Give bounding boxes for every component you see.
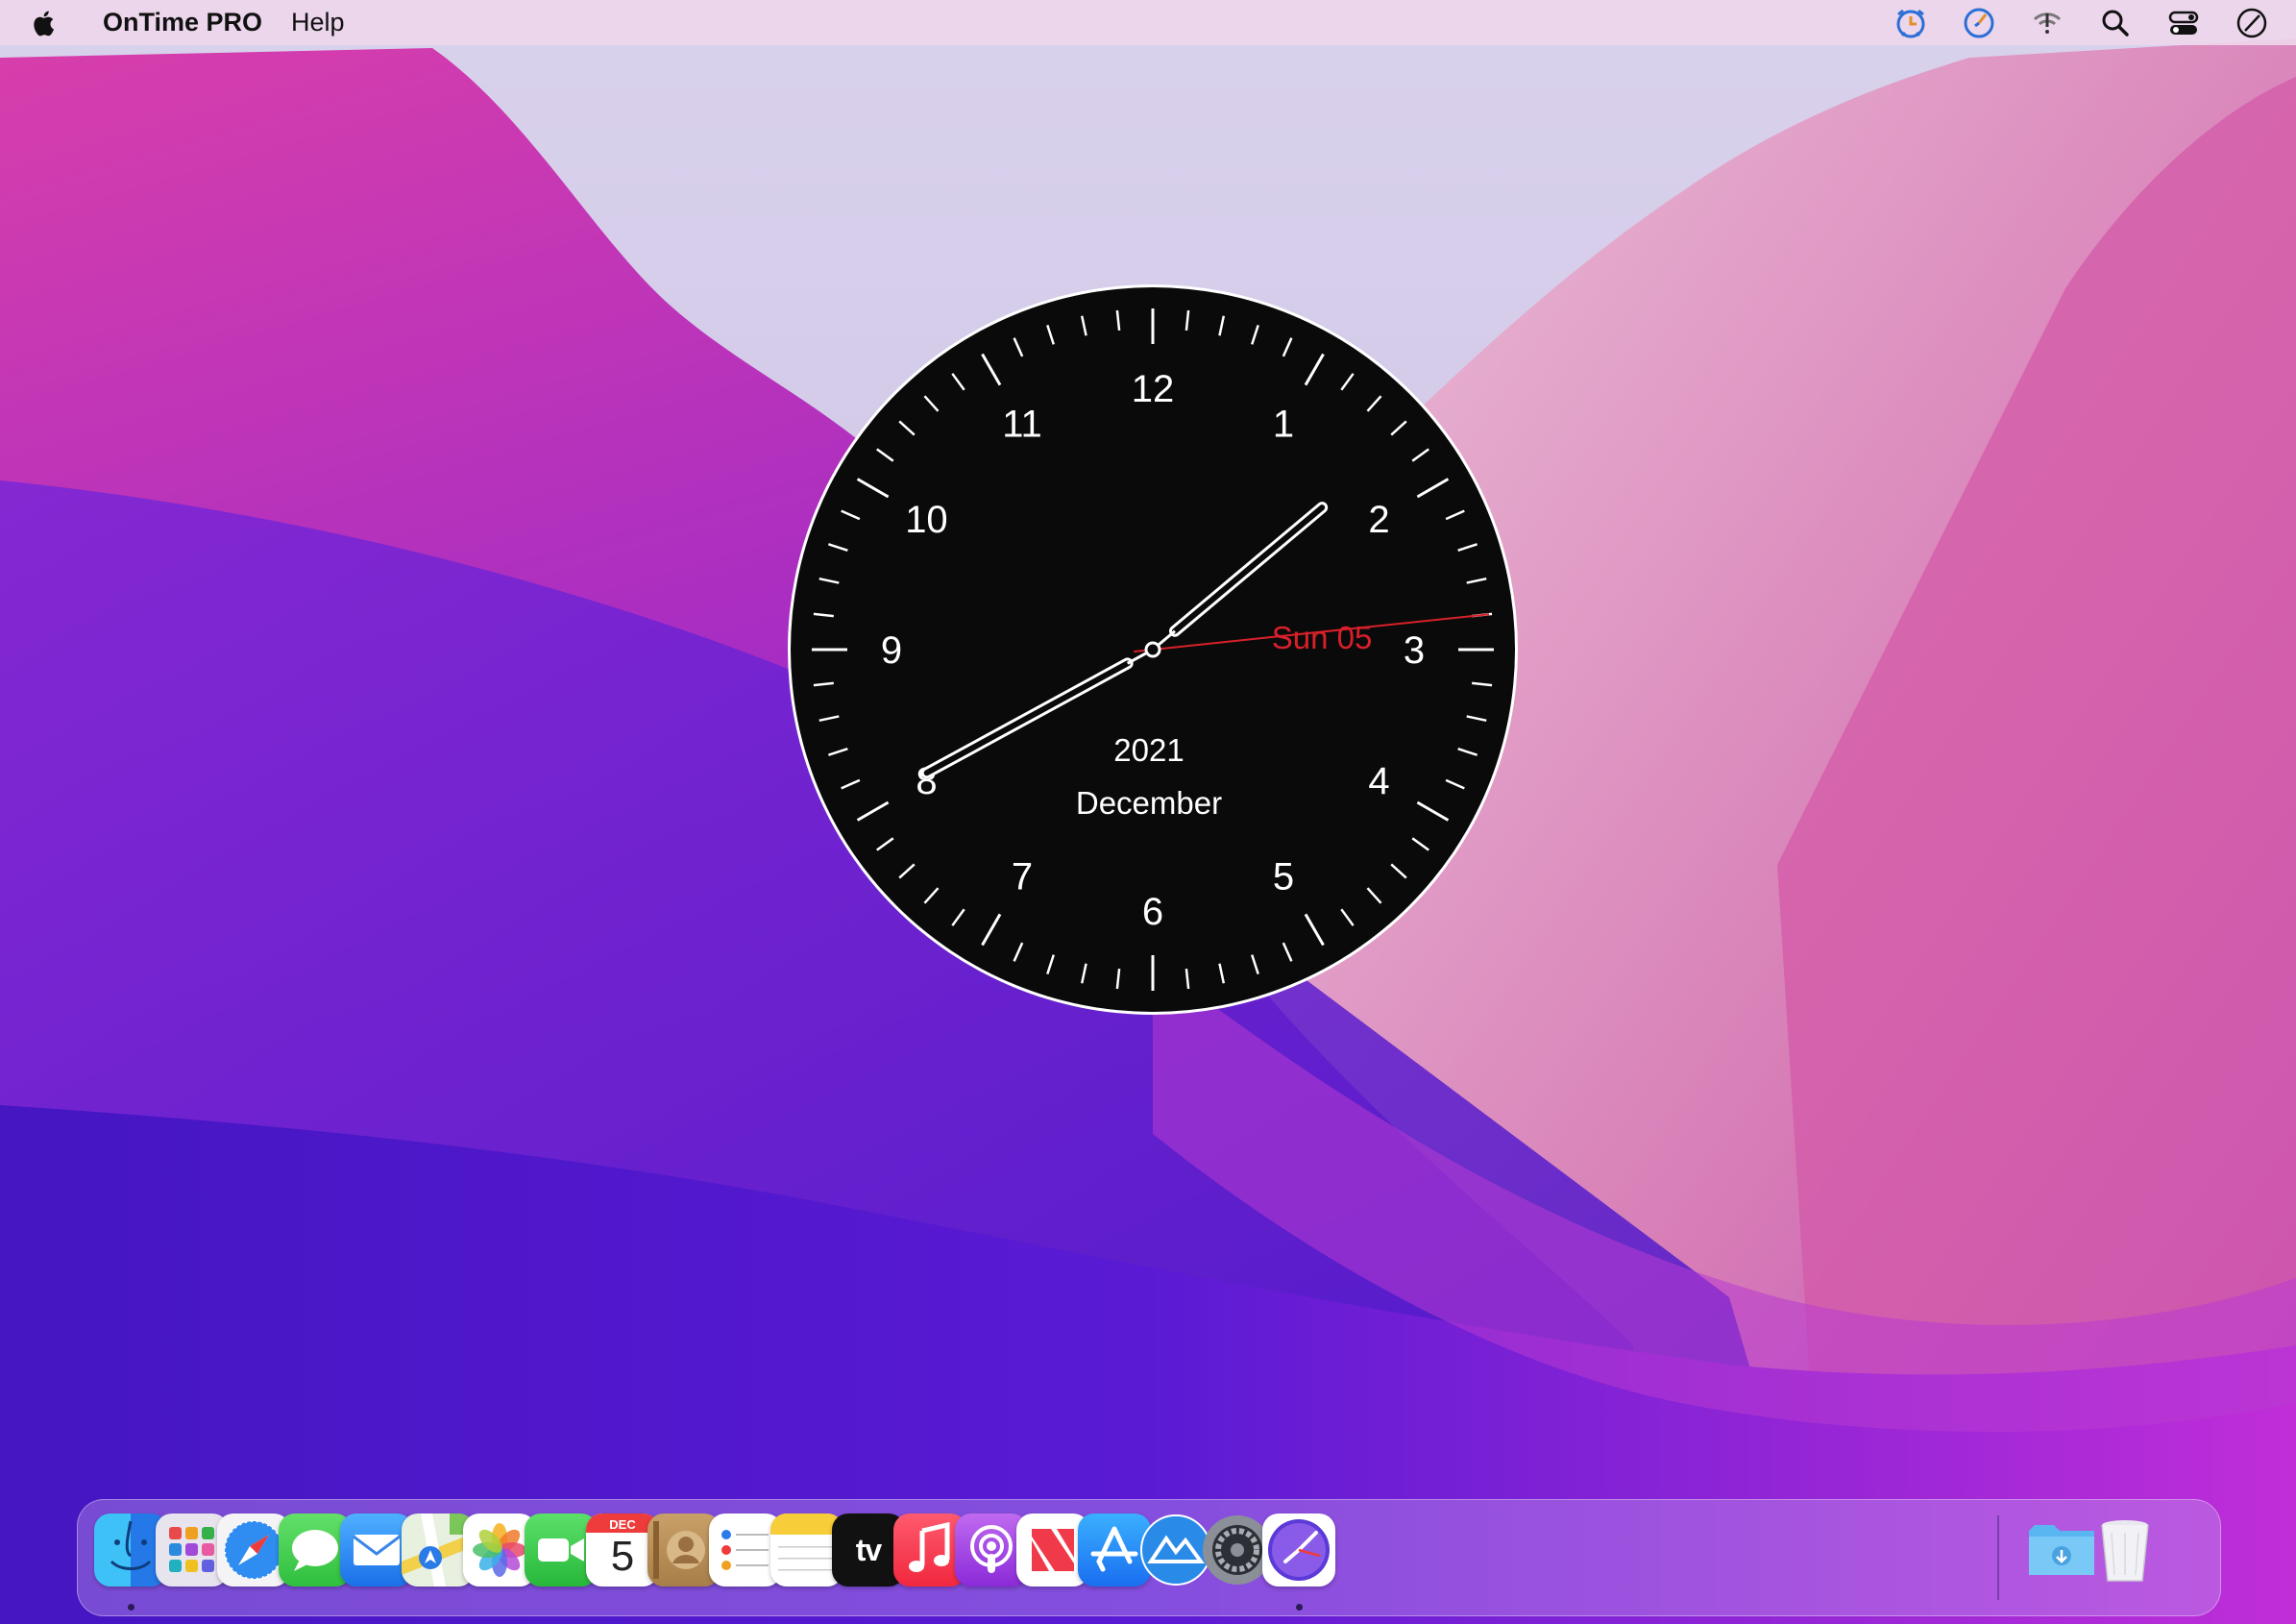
analog-clock-widget[interactable]: 121234567891011 Sun 05 2021 December: [786, 283, 1520, 1017]
ontime-clock-icon[interactable]: [1960, 4, 1998, 42]
search-icon[interactable]: [2096, 4, 2135, 42]
clock-status-icon[interactable]: [2233, 4, 2271, 42]
clock-numeral: 3: [1404, 629, 1425, 672]
apple-logo-icon[interactable]: [32, 0, 70, 45]
clock-numeral: 11: [1002, 403, 1042, 445]
clock-center-hub: [1144, 641, 1161, 658]
clock-numeral: 6: [1142, 891, 1163, 933]
clock-numeral: 7: [1012, 856, 1033, 898]
ontime-pro-icon[interactable]: [1262, 1513, 1335, 1587]
dock-separator: [1997, 1515, 1999, 1600]
appletv-label: tv: [855, 1532, 882, 1567]
ontime-pro-running-indicator: [1296, 1604, 1303, 1611]
downloads-folder-icon[interactable]: [2025, 1513, 2098, 1587]
wifi-icon[interactable]: [2028, 4, 2066, 42]
menu-app-name[interactable]: OnTime PRO: [103, 8, 262, 37]
clock-numeral: 1: [1273, 403, 1294, 445]
control-center-icon[interactable]: [2164, 4, 2203, 42]
clock-month-label: December: [1076, 785, 1222, 821]
clock-numeral: 12: [1132, 368, 1175, 410]
menu-bar: OnTime PRO Help: [0, 0, 2296, 45]
dock: DEC 5 tv: [77, 1499, 2221, 1616]
clock-numeral: 5: [1273, 856, 1294, 898]
clock-numeral: 10: [905, 499, 948, 541]
ontime-alarm-icon[interactable]: [1892, 4, 1930, 42]
finder-running-indicator: [128, 1604, 134, 1611]
clock-numeral: 4: [1368, 760, 1389, 802]
clock-year-label: 2021: [1113, 732, 1184, 768]
menu-help[interactable]: Help: [291, 8, 345, 37]
clock-numeral: 2: [1368, 499, 1389, 541]
clock-day-label: Sun 05: [1272, 620, 1373, 655]
trash-icon[interactable]: [2088, 1513, 2162, 1587]
clock-numeral: 9: [881, 629, 902, 672]
